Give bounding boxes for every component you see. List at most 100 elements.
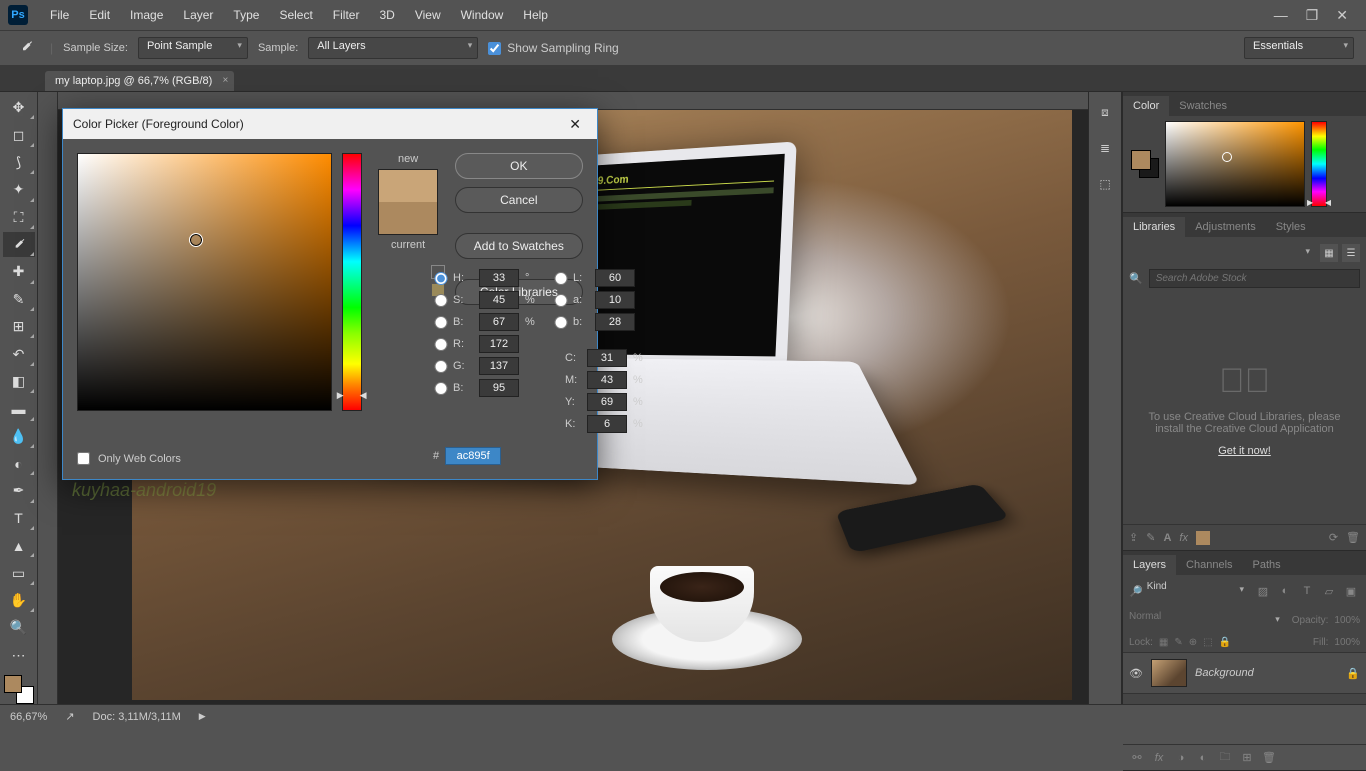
- menu-help[interactable]: Help: [513, 4, 558, 26]
- fill-value[interactable]: 100%: [1334, 637, 1360, 648]
- b-input[interactable]: [479, 313, 519, 331]
- hex-input[interactable]: [445, 447, 501, 465]
- menu-layer[interactable]: Layer: [173, 4, 223, 26]
- quick-select-tool[interactable]: ✦: [3, 177, 35, 202]
- lock-transparency-icon[interactable]: ▦: [1159, 637, 1168, 648]
- healing-tool[interactable]: ✚: [3, 259, 35, 284]
- a-radio[interactable]: [553, 294, 569, 307]
- char-style-icon[interactable]: A: [1163, 532, 1171, 544]
- dialog-close-icon[interactable]: ✕: [563, 114, 587, 135]
- h-radio[interactable]: [433, 272, 449, 285]
- stamp-tool[interactable]: ⊞: [3, 314, 35, 339]
- color-field[interactable]: [1165, 121, 1305, 207]
- menu-file[interactable]: File: [40, 4, 79, 26]
- tab-close-icon[interactable]: ×: [222, 75, 228, 86]
- color-footer-icon[interactable]: [1196, 531, 1210, 545]
- pen-tool[interactable]: ✒: [3, 478, 35, 503]
- new-layer-icon[interactable]: ⊞: [1239, 751, 1255, 764]
- lock-position-icon[interactable]: ⊕: [1189, 637, 1197, 648]
- fx-layers-icon[interactable]: fx: [1151, 752, 1167, 764]
- get-it-now-link[interactable]: Get it now!: [1218, 445, 1271, 457]
- h-input[interactable]: [479, 269, 519, 287]
- g-radio[interactable]: [433, 360, 449, 373]
- foreground-swatch[interactable]: [4, 675, 22, 693]
- only-web-colors-checkbox[interactable]: [77, 452, 90, 465]
- history-panel-icon[interactable]: ⧈: [1094, 102, 1116, 122]
- color-swatches[interactable]: [4, 675, 34, 704]
- eyedropper-tool[interactable]: [3, 232, 35, 257]
- shape-tool[interactable]: ▭: [3, 560, 35, 585]
- crop-tool[interactable]: ⛶: [3, 205, 35, 230]
- bl-input[interactable]: [479, 379, 519, 397]
- layer-filter-kind[interactable]: Kind: [1147, 581, 1250, 601]
- mask-icon[interactable]: ◑: [1173, 752, 1189, 764]
- menu-filter[interactable]: Filter: [323, 4, 370, 26]
- color-tab[interactable]: Color: [1123, 96, 1169, 116]
- k-input[interactable]: [587, 415, 627, 433]
- zoom-level[interactable]: 66,67%: [10, 711, 47, 723]
- dialog-titlebar[interactable]: Color Picker (Foreground Color) ✕: [63, 109, 597, 139]
- filter-smart-icon[interactable]: ▣: [1342, 582, 1360, 600]
- m-input[interactable]: [587, 371, 627, 389]
- lock-all-icon[interactable]: 🔒: [1219, 637, 1231, 648]
- picker-ring[interactable]: [190, 234, 202, 246]
- menu-edit[interactable]: Edit: [79, 4, 120, 26]
- swatches-tab[interactable]: Swatches: [1169, 96, 1237, 116]
- hand-tool[interactable]: ✋: [3, 588, 35, 613]
- lock-pixels-icon[interactable]: ✎: [1174, 637, 1182, 648]
- add-to-swatches-button[interactable]: Add to Swatches: [455, 233, 583, 259]
- layer-name[interactable]: Background: [1195, 667, 1254, 679]
- menu-view[interactable]: View: [405, 4, 451, 26]
- menu-type[interactable]: Type: [223, 4, 269, 26]
- edit-toolbar[interactable]: ⋯: [3, 643, 35, 668]
- workspace-select[interactable]: Essentials: [1244, 37, 1354, 59]
- b2-input[interactable]: [595, 313, 635, 331]
- layers-tab[interactable]: Layers: [1123, 555, 1176, 575]
- delete-layer-icon[interactable]: 🗑: [1261, 751, 1277, 764]
- fx-icon[interactable]: fx: [1179, 532, 1188, 544]
- sync-icon[interactable]: ⟳: [1329, 531, 1338, 544]
- l-input[interactable]: [595, 269, 635, 287]
- grid-view-icon[interactable]: ▦: [1320, 244, 1338, 262]
- adjustments-tab[interactable]: Adjustments: [1185, 217, 1266, 237]
- s-input[interactable]: [479, 291, 519, 309]
- c-input[interactable]: [587, 349, 627, 367]
- move-tool[interactable]: ✥: [3, 95, 35, 120]
- filter-adjust-icon[interactable]: ◐: [1276, 582, 1294, 600]
- filter-type-icon[interactable]: T: [1298, 582, 1316, 600]
- adjustment-layer-icon[interactable]: ◐: [1195, 752, 1211, 764]
- share-icon[interactable]: ↗: [65, 710, 74, 723]
- menu-select[interactable]: Select: [269, 4, 322, 26]
- filter-shape-icon[interactable]: ▱: [1320, 582, 1338, 600]
- b2-radio[interactable]: [553, 316, 569, 329]
- group-icon[interactable]: 🗀: [1217, 748, 1233, 767]
- close-icon[interactable]: ✕: [1336, 7, 1348, 24]
- upload-icon[interactable]: ⇪: [1129, 531, 1138, 544]
- channels-tab[interactable]: Channels: [1176, 555, 1242, 575]
- lock-artboard-icon[interactable]: ⬚: [1203, 637, 1212, 648]
- brush-tool[interactable]: ✎: [3, 287, 35, 312]
- hue-bar[interactable]: ▶◀: [342, 153, 362, 411]
- r-input[interactable]: [479, 335, 519, 353]
- zoom-tool[interactable]: 🔍: [3, 615, 35, 640]
- dodge-tool[interactable]: ◐: [3, 451, 35, 476]
- menu-3d[interactable]: 3D: [369, 4, 404, 26]
- marquee-tool[interactable]: ◻: [3, 122, 35, 147]
- blur-tool[interactable]: 💧: [3, 424, 35, 449]
- a-input[interactable]: [595, 291, 635, 309]
- type-tool[interactable]: T: [3, 506, 35, 531]
- library-search-input[interactable]: [1149, 269, 1360, 288]
- minimize-icon[interactable]: —: [1274, 7, 1288, 24]
- library-select[interactable]: [1129, 243, 1316, 263]
- ok-button[interactable]: OK: [455, 153, 583, 179]
- character-panel-icon[interactable]: ⬚: [1094, 174, 1116, 194]
- g-input[interactable]: [479, 357, 519, 375]
- restore-icon[interactable]: ❐: [1306, 7, 1319, 24]
- doc-info[interactable]: Doc: 3,11M/3,11M: [93, 711, 181, 723]
- opacity-value[interactable]: 100%: [1334, 615, 1360, 626]
- brush-footer-icon[interactable]: ✎: [1146, 531, 1155, 544]
- gradient-tool[interactable]: ▬: [3, 396, 35, 421]
- list-view-icon[interactable]: ☰: [1342, 244, 1360, 262]
- color-picker-field[interactable]: [77, 153, 332, 411]
- path-select-tool[interactable]: ▲: [3, 533, 35, 558]
